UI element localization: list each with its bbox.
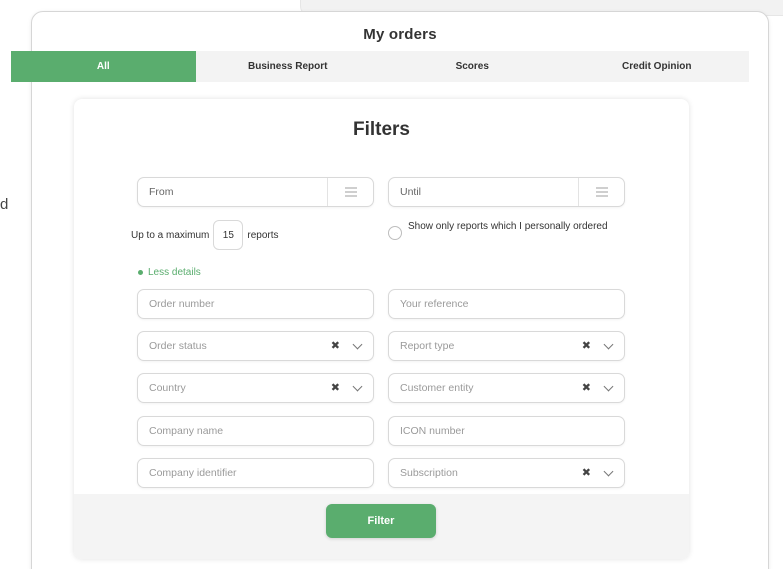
clear-icon[interactable]: ✖ [331, 340, 340, 352]
max-reports-input[interactable]: 15 [213, 220, 244, 250]
clear-icon[interactable]: ✖ [331, 382, 340, 394]
order-number-input[interactable]: Order number [137, 289, 374, 319]
calendar-icon[interactable] [578, 178, 624, 206]
tab-scores[interactable]: Scores [380, 51, 565, 82]
tab-bar: All Business Report Scores Credit Opinio… [11, 51, 749, 82]
subscription-select[interactable]: Subscription ✖ [388, 458, 625, 488]
customer-entity-select[interactable]: Customer entity ✖ [388, 373, 625, 403]
clear-icon[interactable]: ✖ [582, 467, 591, 479]
chevron-down-icon[interactable] [603, 339, 614, 349]
page-title: My orders [363, 25, 437, 43]
country-select[interactable]: Country ✖ [137, 373, 374, 403]
personal-only-label: Show only reports which I personally ord… [408, 221, 608, 232]
order-status-placeholder: Order status [149, 340, 207, 352]
order-status-select[interactable]: Order status ✖ [137, 331, 374, 361]
subscription-placeholder: Subscription [400, 467, 458, 479]
clear-icon[interactable]: ✖ [582, 340, 591, 352]
until-date-label: Until [400, 186, 422, 198]
chevron-down-icon[interactable] [352, 339, 363, 349]
company-identifier-input[interactable]: Company identifier [137, 458, 374, 488]
dot-icon [138, 270, 143, 275]
from-date-label: From [149, 186, 174, 198]
order-number-placeholder: Order number [149, 298, 215, 310]
company-name-placeholder: Company name [149, 425, 224, 437]
country-placeholder: Country [149, 382, 186, 394]
max-reports-row: Up to a maximum 15 reports [131, 220, 278, 250]
tab-business-report[interactable]: Business Report [196, 51, 381, 82]
clear-icon[interactable]: ✖ [582, 382, 591, 394]
company-name-input[interactable]: Company name [137, 416, 374, 446]
background-edge-text: d [0, 196, 9, 213]
calendar-icon[interactable] [327, 178, 373, 206]
less-details-label: Less details [148, 267, 201, 278]
personal-only-option[interactable]: Show only reports which I personally ord… [388, 221, 628, 240]
company-identifier-placeholder: Company identifier [149, 467, 237, 479]
your-reference-input[interactable]: Your reference [388, 289, 625, 319]
max-reports-suffix: reports [247, 229, 279, 241]
personal-only-radio[interactable] [388, 226, 402, 240]
report-type-select[interactable]: Report type ✖ [388, 331, 625, 361]
filters-title: Filters [352, 119, 411, 140]
max-reports-prefix: Up to a maximum [131, 229, 210, 241]
filters-card: Filters From Until Up to a maximum 15 re… [74, 99, 689, 559]
less-details-toggle[interactable]: Less details [138, 267, 201, 278]
from-date-field[interactable]: From [137, 177, 374, 207]
icon-number-placeholder: ICON number [400, 425, 465, 437]
your-reference-placeholder: Your reference [400, 298, 469, 310]
tab-credit-opinion[interactable]: Credit Opinion [565, 51, 750, 82]
icon-number-input[interactable]: ICON number [388, 416, 625, 446]
screen: d My orders All Business Report Scores C… [0, 0, 783, 569]
report-type-placeholder: Report type [400, 340, 455, 352]
chevron-down-icon[interactable] [352, 381, 363, 391]
customer-entity-placeholder: Customer entity [400, 382, 474, 394]
chevron-down-icon[interactable] [603, 381, 614, 391]
chevron-down-icon[interactable] [603, 466, 614, 476]
tab-all[interactable]: All [11, 51, 196, 82]
until-date-field[interactable]: Until [388, 177, 625, 207]
filter-button[interactable]: Filter [326, 504, 436, 538]
